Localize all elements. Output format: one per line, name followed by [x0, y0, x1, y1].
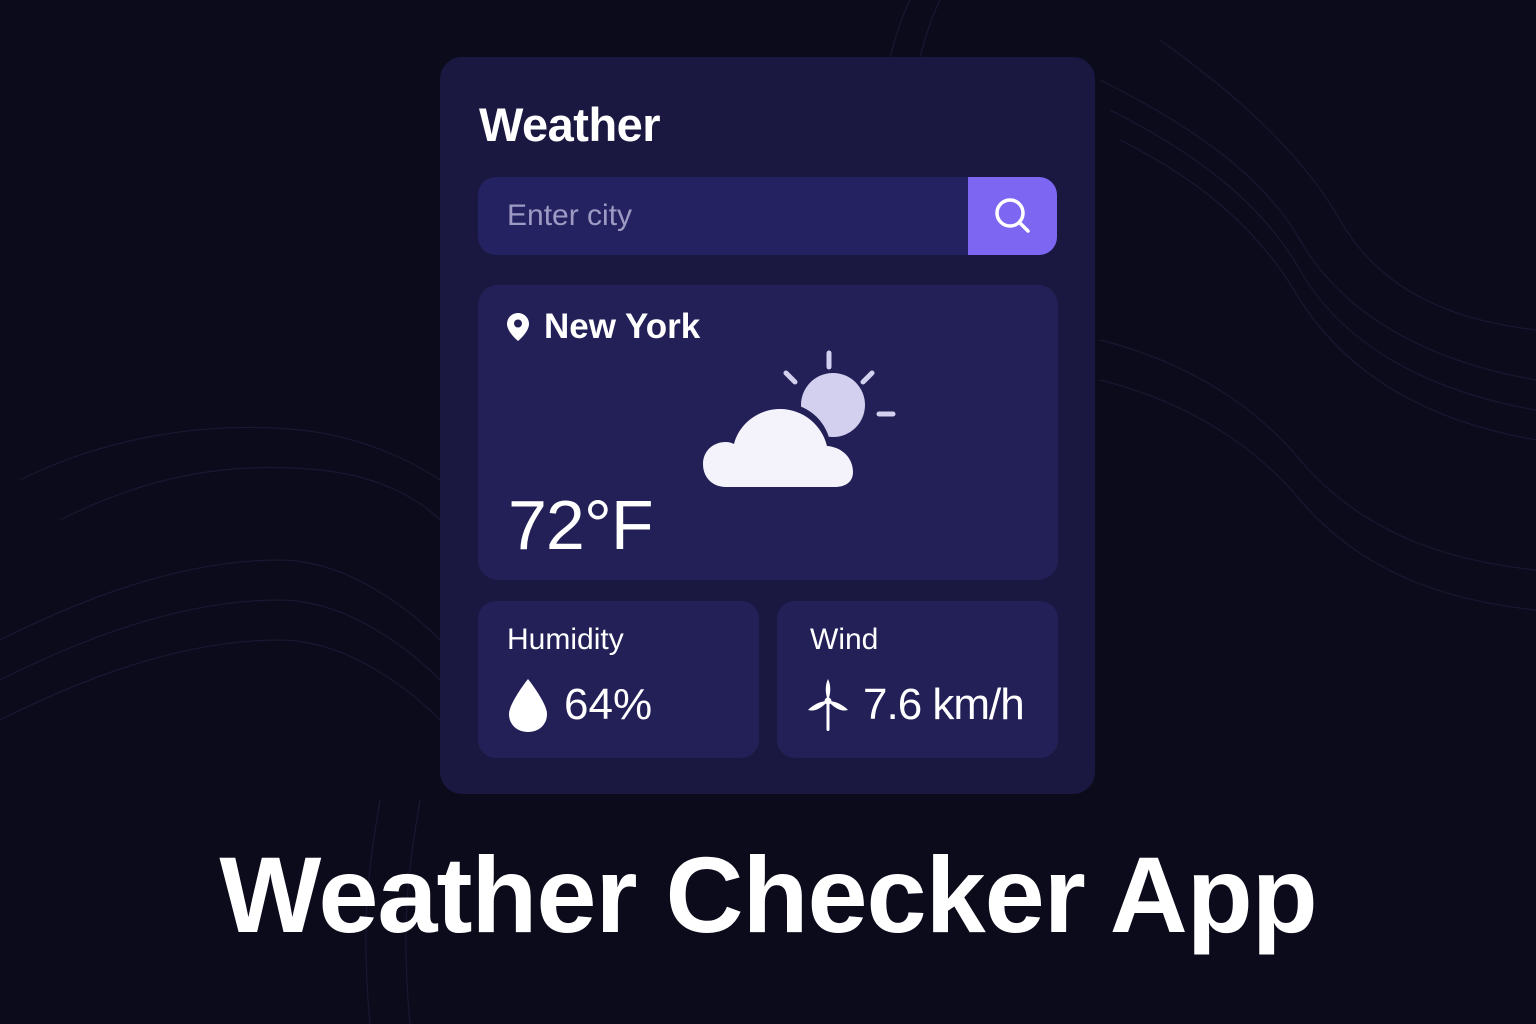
humidity-card: Humidity 64% — [478, 601, 759, 758]
map-pin-icon — [507, 313, 529, 341]
search-button[interactable] — [968, 177, 1057, 255]
temperature: 72°F — [508, 486, 654, 564]
humidity-value: 64% — [564, 680, 653, 729]
wind-card: Wind 7.6 km/h — [777, 601, 1058, 758]
wind-label: Wind — [810, 623, 879, 656]
search-icon — [994, 198, 1030, 233]
wind-value-row: 7.6 km/h — [807, 677, 1025, 733]
weather-card: Weather New York — [440, 57, 1095, 794]
app-title: Weather — [479, 98, 661, 151]
footer-title: Weather Checker App — [219, 834, 1317, 955]
wind-turbine-icon — [808, 679, 848, 731]
wind-value: 7.6 km/h — [863, 680, 1025, 729]
current-weather-panel: New York 72°F — [478, 285, 1058, 580]
water-drop-icon — [509, 679, 547, 732]
search-bar — [478, 177, 1057, 255]
city-name: New York — [544, 307, 701, 346]
humidity-label: Humidity — [507, 623, 624, 656]
partly-cloudy-icon — [697, 350, 896, 493]
city-search-input[interactable] — [478, 177, 968, 255]
location: New York — [506, 307, 700, 347]
humidity-value-row: 64% — [506, 677, 652, 733]
